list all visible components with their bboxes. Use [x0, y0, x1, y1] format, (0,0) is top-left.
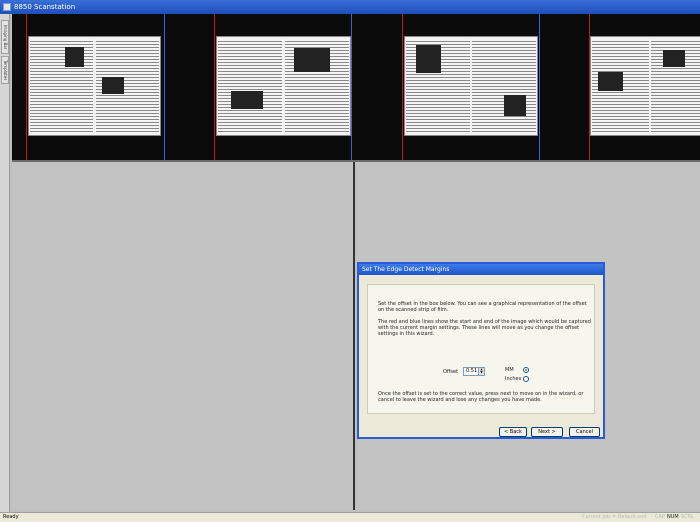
radio-mm[interactable] [523, 367, 529, 373]
status-job: Current Job = Default.xml [582, 514, 647, 520]
instruction-text: Once the offset is set to the correct va… [378, 391, 584, 403]
dialog-title: Set The Edge Detect Margins [359, 264, 603, 275]
offset-label: Offset [443, 369, 459, 375]
status-num: NUM [667, 514, 679, 520]
next-button[interactable]: Next > [531, 427, 563, 437]
newspaper-page [651, 39, 700, 133]
app-icon [3, 3, 11, 11]
newspaper-page [95, 39, 159, 133]
instruction-text: The red and blue lines show the start an… [378, 319, 591, 337]
status-cap: CAP [655, 514, 665, 520]
side-panel: Imaging Bar Templates [0, 14, 10, 512]
newspaper-page [472, 39, 536, 133]
film-frame[interactable] [404, 36, 538, 136]
newspaper-page [406, 39, 470, 133]
title-bar: 8850 Scanstation [0, 0, 700, 14]
edge-start-line [589, 14, 590, 160]
radio-inches[interactable] [523, 376, 529, 382]
edge-end-line [351, 14, 352, 160]
film-frame[interactable] [590, 36, 700, 136]
offset-value: 0.51 [466, 368, 478, 374]
offset-spinner[interactable]: 0.51 ▲ ▼ [463, 367, 485, 376]
film-frame[interactable] [216, 36, 351, 136]
edge-start-line [402, 14, 403, 160]
instruction-text: Set the offset in the box below. You can… [378, 301, 587, 313]
status-bar: Ready Current Job = Default.xml CAP NUM … [0, 512, 700, 522]
cancel-button[interactable]: Cancel [569, 427, 600, 437]
tab-templates[interactable]: Templates [1, 56, 9, 84]
edge-detect-dialog: Set The Edge Detect Margins Set the offs… [357, 262, 605, 439]
left-view-pane [12, 162, 355, 510]
window-title: 8850 Scanstation [14, 3, 76, 11]
unit-mm-label: MM [505, 367, 514, 373]
tab-imaging-bar[interactable]: Imaging Bar [1, 20, 9, 54]
status-text: Ready [3, 514, 19, 520]
dialog-body: Set the offset in the box below. You can… [367, 284, 595, 414]
newspaper-page [592, 39, 649, 133]
edge-start-line [26, 14, 27, 160]
film-frame[interactable] [28, 36, 161, 136]
newspaper-page [30, 39, 94, 133]
edge-end-line [539, 14, 540, 160]
edge-end-line [164, 14, 165, 160]
unit-inches-label: Inches [505, 376, 522, 382]
edge-start-line [214, 14, 215, 160]
back-button[interactable]: < Back [499, 427, 527, 437]
status-scrl: SCRL [681, 514, 694, 520]
spinner-arrows-icon[interactable]: ▲ ▼ [478, 368, 484, 375]
newspaper-page [218, 39, 283, 133]
film-strip[interactable] [12, 14, 700, 160]
newspaper-page [284, 39, 349, 133]
